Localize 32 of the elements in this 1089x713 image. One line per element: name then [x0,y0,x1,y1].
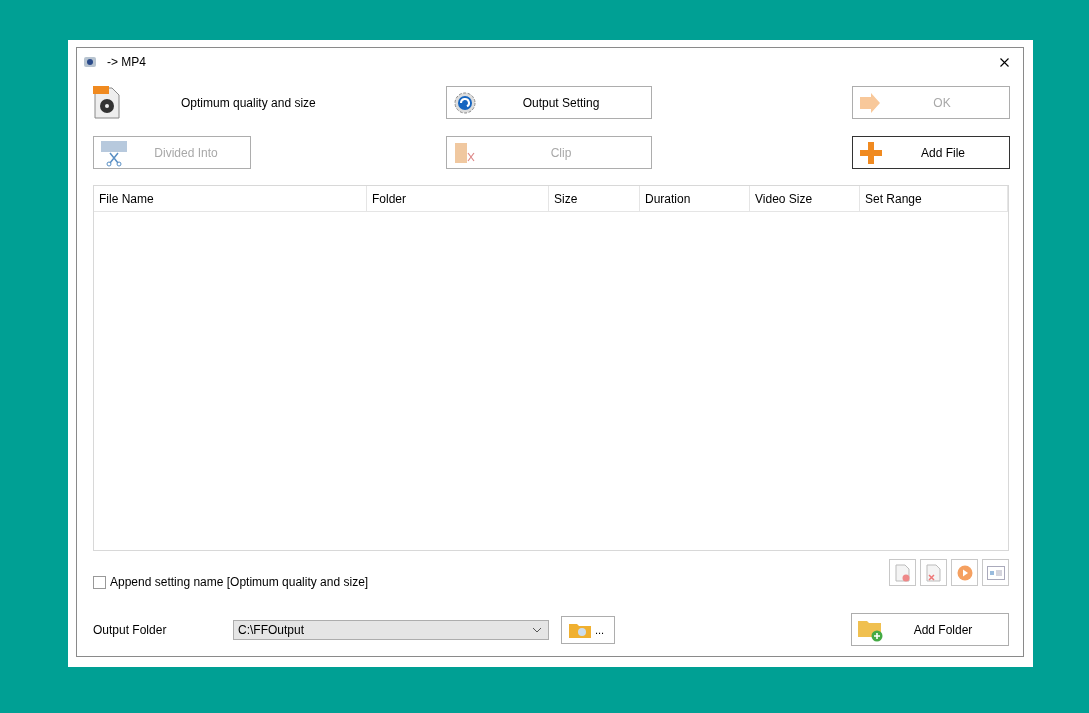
preset-name: Optimum quality and size [181,95,316,110]
checkbox[interactable] [93,575,106,589]
output-folder-label: Output Folder [93,622,168,637]
video-file-icon [93,85,121,120]
append-setting-checkbox[interactable]: Append setting name [Optimum quality and size] [93,575,369,589]
column-header[interactable]: Video Size [750,186,860,211]
arrow-icon [859,92,881,113]
folder-icon [569,621,591,638]
column-header[interactable]: Set Range [860,186,1008,211]
close-icon [1000,58,1009,67]
window-title: -> MP4 [107,55,147,69]
browse-button[interactable]: ... [561,615,615,644]
add-file-button[interactable]: Add File [852,136,1010,169]
column-header[interactable]: Folder [367,186,549,211]
column-header[interactable]: Size [549,186,640,211]
column-header[interactable]: File Name [94,186,367,211]
window-icon [986,565,1005,580]
column-header[interactable]: Duration [640,186,750,211]
file-minus-icon [894,563,911,582]
chevron-down-icon [532,626,542,633]
play-icon [956,564,973,581]
app-icon [83,55,97,69]
plus-icon [859,140,883,165]
output-folder-dropdown[interactable]: C:\FFOutput [233,619,549,640]
play-button[interactable] [951,559,978,586]
file-x-icon [925,563,942,582]
info-button[interactable] [982,559,1009,586]
remove-file-button[interactable] [889,559,916,586]
output-setting-button[interactable]: Output Setting [446,86,652,119]
delete-file-button[interactable] [920,559,947,586]
add-folder-button[interactable]: Add Folder [851,613,1009,646]
gear-icon [453,90,477,115]
